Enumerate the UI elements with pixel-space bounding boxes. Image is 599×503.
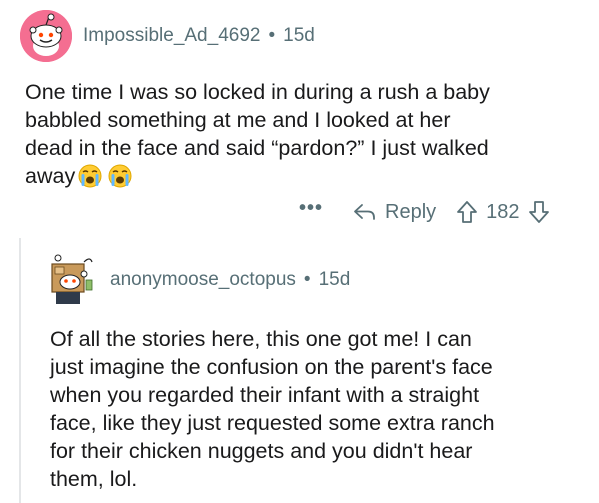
username[interactable]: anonymoose_octopus: [110, 269, 296, 291]
comment-line-last: away: [25, 162, 585, 195]
avatar[interactable]: [20, 10, 72, 62]
username[interactable]: Impossible_Ad_4692: [83, 25, 260, 47]
comment-line: One time I was so locked in during a rus…: [25, 80, 490, 104]
comment-line: them, lol.: [50, 467, 138, 491]
comment-age: 15d: [318, 269, 351, 290]
loudly-crying-face-icon: [108, 164, 132, 195]
comment-header: Impossible_Ad_4692 • 15d: [20, 10, 315, 62]
avatar[interactable]: [44, 252, 100, 308]
reply-body: Of all the stories here, this one got me…: [50, 325, 590, 493]
comment-line: when you regarded their infant with a st…: [50, 383, 480, 407]
comment-age: 15d: [283, 25, 315, 46]
loudly-crying-face-icon: [78, 164, 102, 195]
comment-line: just imagine the confusion on the parent…: [50, 355, 493, 379]
comment-body: One time I was so locked in during a rus…: [25, 78, 585, 195]
reply-button[interactable]: Reply: [353, 201, 436, 224]
thread-line[interactable]: [19, 238, 21, 503]
upvote-icon[interactable]: [456, 200, 478, 224]
snoo-box-costume-icon: [51, 254, 93, 304]
snoo-icon: [20, 10, 72, 62]
separator-dot: •: [303, 269, 311, 290]
comment-line: for their chicken nuggets and you didn't…: [50, 439, 473, 463]
downvote-icon[interactable]: [528, 200, 550, 224]
more-options-button[interactable]: •••: [299, 197, 323, 220]
comment-line: dead in the face and said “pardon?” I ju…: [25, 136, 489, 160]
comment-line: babbled something at me and I looked at …: [25, 108, 451, 132]
reply-label: Reply: [385, 200, 437, 223]
comment-line: Of all the stories here, this one got me…: [50, 327, 472, 351]
vote-score: 182: [486, 200, 520, 223]
separator-dot: •: [268, 25, 276, 46]
reply-header: anonymoose_octopus • 15d: [44, 252, 350, 308]
comment-line: face, like they just requested some extr…: [50, 411, 495, 435]
comment-line: away: [25, 164, 76, 188]
comment-actions: ••• Reply 182: [299, 197, 550, 224]
reply-arrow-icon: [354, 204, 375, 220]
